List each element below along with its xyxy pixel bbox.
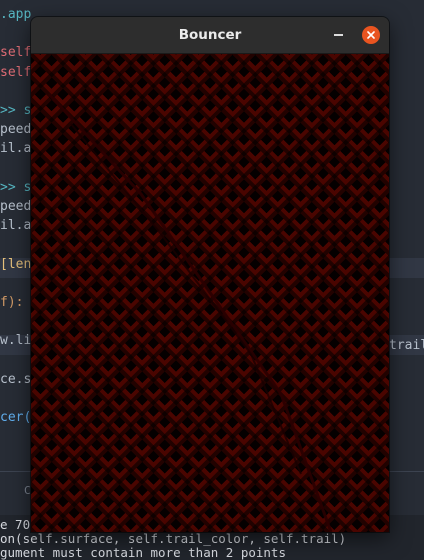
panel-tab[interactable]: C xyxy=(24,484,31,497)
terminal-line: gument must contain more than 2 points xyxy=(0,545,286,560)
close-icon xyxy=(367,31,375,39)
bouncer-window[interactable]: Bouncer xyxy=(31,17,389,532)
code-line: cer( xyxy=(0,410,32,426)
minimize-button[interactable] xyxy=(329,26,347,44)
code-line: f): xyxy=(0,295,24,310)
code-line: ce.s xyxy=(0,371,32,387)
code-line: >> s xyxy=(0,103,32,118)
code-line: [len xyxy=(0,256,32,272)
minimize-icon xyxy=(333,34,343,36)
code-fragment-right: trail xyxy=(389,338,424,353)
terminal-line: on(self.surface, self.trail_color, self.… xyxy=(0,531,347,546)
code-line: .app xyxy=(0,7,32,22)
code-line: w.li xyxy=(0,333,32,349)
close-button[interactable] xyxy=(362,26,380,44)
code-line: peed xyxy=(0,199,32,214)
desktop: .app self. self. >> s peed il.a >> s peed il.a [l… xyxy=(0,0,424,560)
game-canvas[interactable] xyxy=(31,54,389,532)
code-line: il.a xyxy=(0,141,32,157)
code-line: il.a xyxy=(0,218,32,234)
code-line: peed xyxy=(0,122,32,138)
terminal-line: e 70 xyxy=(0,517,31,532)
bounce-trail xyxy=(47,92,333,532)
window-titlebar[interactable]: Bouncer xyxy=(31,17,389,54)
code-line: >> s xyxy=(0,179,32,195)
